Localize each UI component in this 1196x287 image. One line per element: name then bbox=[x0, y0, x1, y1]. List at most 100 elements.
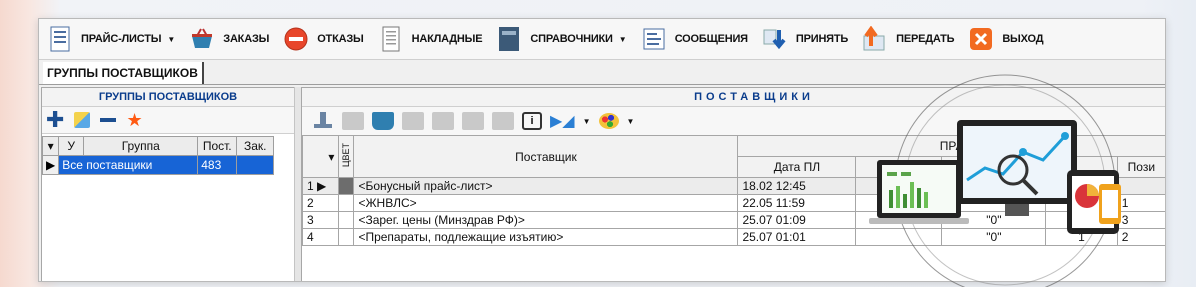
orders-label: ЗАКАЗЫ bbox=[223, 33, 270, 45]
refusals-button[interactable]: ОТКАЗЫ bbox=[283, 26, 364, 52]
supplier-groups-title: ГРУППЫ ПОСТАВЩИКОВ bbox=[42, 88, 294, 107]
app-window: ПРАЙС-ЛИСТЫ ▼ ЗАКАЗЫ ОТКАЗЫ НАКЛАДНЫЕ СП… bbox=[38, 18, 1166, 282]
price-lists-label: ПРАЙС-ЛИСТЫ bbox=[81, 33, 162, 45]
receive-button[interactable]: ПРИНЯТЬ bbox=[762, 26, 848, 52]
send-label: ПЕРЕДАТЬ bbox=[896, 33, 955, 45]
row-number: 1 ▶ bbox=[302, 177, 340, 195]
basket-icon[interactable] bbox=[372, 112, 394, 130]
send-button[interactable]: ПЕРЕДАТЬ bbox=[862, 26, 955, 52]
col-supplier[interactable]: Поставщик bbox=[353, 135, 739, 178]
col-suppliers[interactable]: Пост. bbox=[197, 136, 238, 156]
export-icon[interactable] bbox=[342, 112, 364, 130]
supplier-groups-pane: ГРУППЫ ПОСТАВЩИКОВ ✚ ★ ▾ У Группа Пост. … bbox=[41, 87, 295, 281]
col-color[interactable]: ЦВЕТ bbox=[338, 135, 355, 178]
col-extra-1[interactable] bbox=[855, 156, 943, 178]
exit-button[interactable]: ВЫХОД bbox=[968, 26, 1044, 52]
remove-icon[interactable] bbox=[100, 118, 117, 122]
suppliers-title: ПОСТАВЩИКИ bbox=[302, 88, 1165, 107]
cell-a bbox=[1045, 177, 1118, 195]
report-icon[interactable] bbox=[432, 112, 454, 130]
cell-b: 2 bbox=[1116, 228, 1165, 246]
cell-q bbox=[941, 177, 1047, 195]
exit-icon bbox=[968, 26, 994, 52]
tag-icon[interactable] bbox=[492, 112, 514, 130]
tab-supplier-groups[interactable]: ГРУППЫ ПОСТАВЩИКОВ bbox=[43, 62, 204, 84]
download-icon bbox=[762, 26, 788, 52]
supplier-name: <Зарег. цены (Минздрав РФ)> bbox=[353, 211, 739, 229]
edit-icon[interactable] bbox=[74, 112, 91, 128]
book-icon bbox=[496, 26, 522, 52]
table-row[interactable]: ▶ Все поставщики 483 bbox=[41, 155, 275, 175]
cell-a: 1 bbox=[1045, 211, 1118, 229]
supplier-name: <ЖНВЛС> bbox=[353, 194, 739, 212]
info-icon[interactable]: i bbox=[522, 112, 542, 130]
group-name: Все поставщики bbox=[58, 155, 199, 175]
row-selector-header[interactable]: ▾ bbox=[302, 135, 340, 178]
document-list-icon bbox=[47, 26, 73, 52]
invoice-icon bbox=[378, 26, 404, 52]
row-indicator: ▶ bbox=[41, 155, 60, 175]
cell-q: "0" bbox=[941, 211, 1047, 229]
directories-button[interactable]: СПРАВОЧНИКИ ▼ bbox=[496, 26, 627, 52]
tab-bar: ГРУППЫ ПОСТАВЩИКОВ bbox=[39, 60, 1165, 85]
stop-icon bbox=[283, 26, 309, 52]
chevron-down-icon[interactable]: ▼ bbox=[627, 117, 635, 126]
messages-button[interactable]: СООБЩЕНИЯ bbox=[641, 26, 748, 52]
supplier-name: <Бонусный прайс-лист> bbox=[353, 177, 739, 195]
price-lists-button[interactable]: ПРАЙС-ЛИСТЫ ▼ bbox=[47, 26, 175, 52]
orders-button[interactable]: ЗАКАЗЫ bbox=[189, 26, 269, 52]
row-number: 2 bbox=[302, 194, 340, 212]
sort-icon[interactable]: ▾ bbox=[41, 136, 60, 156]
star-icon[interactable]: ★ bbox=[126, 111, 142, 129]
price-date: 18.02 12:45 bbox=[737, 177, 857, 195]
groups-toolbar: ✚ ★ bbox=[42, 107, 294, 134]
upload-icon bbox=[862, 26, 888, 52]
add-icon[interactable]: ✚ bbox=[46, 109, 64, 131]
palette-icon[interactable] bbox=[598, 113, 619, 129]
table-row[interactable]: 1 ▶ <Бонусный прайс-лист> 18.02 12:45 bbox=[302, 177, 1165, 195]
suppliers-pane: ПОСТАВЩИКИ i ▶◢ ▼ ▼ ▾ ЦВЕТ Поставщик ПРА… bbox=[301, 87, 1165, 281]
group-count: 483 bbox=[197, 155, 238, 175]
cell-b: 3 bbox=[1116, 211, 1165, 229]
chevron-down-icon[interactable]: ▼ bbox=[583, 117, 591, 126]
cell-q bbox=[941, 194, 1047, 212]
row-color bbox=[338, 194, 355, 212]
chevron-down-icon: ▼ bbox=[618, 34, 627, 44]
cell-q: "0" bbox=[941, 228, 1047, 246]
row-color bbox=[338, 228, 355, 246]
col-extra-2[interactable] bbox=[941, 156, 1047, 178]
col-positions[interactable]: Пози bbox=[1116, 156, 1165, 178]
row-color bbox=[338, 177, 355, 195]
groups-table: ▾ У Группа Пост. Зак. ▶ Все поставщики 4… bbox=[41, 136, 275, 175]
table-row[interactable]: 4 <Препараты, подлежащие изъятию> 25.07 … bbox=[302, 228, 1165, 246]
col-group[interactable]: Группа bbox=[83, 136, 199, 156]
col-orders[interactable]: Зак. bbox=[236, 136, 275, 156]
group-orders bbox=[236, 155, 275, 175]
suppliers-table: ▾ ЦВЕТ Поставщик ПРА Дата ПЛ Пози 1 ▶ <Б… bbox=[302, 135, 1165, 246]
col-u[interactable]: У bbox=[58, 136, 85, 156]
price-date: 25.07 01:09 bbox=[737, 211, 857, 229]
receive-label: ПРИНЯТЬ bbox=[795, 33, 849, 45]
truck-icon[interactable]: ▶◢ bbox=[550, 111, 575, 131]
import-icon[interactable] bbox=[312, 112, 334, 130]
directories-label: СПРАВОЧНИКИ bbox=[530, 33, 613, 45]
table-row[interactable]: 3 <Зарег. цены (Минздрав РФ)> 25.07 01:0… bbox=[302, 211, 1165, 229]
cell-a bbox=[1045, 194, 1118, 212]
cell-b bbox=[1116, 177, 1165, 195]
table-row[interactable]: 2 <ЖНВЛС> 22.05 11:59 1 bbox=[302, 194, 1165, 212]
row-number: 4 bbox=[302, 228, 340, 246]
cell-a: 1 bbox=[1045, 228, 1118, 246]
col-date[interactable]: Дата ПЛ bbox=[737, 156, 857, 178]
supplier-name: <Препараты, подлежащие изъятию> bbox=[353, 228, 739, 246]
main-toolbar: ПРАЙС-ЛИСТЫ ▼ ЗАКАЗЫ ОТКАЗЫ НАКЛАДНЫЕ СП… bbox=[39, 19, 1165, 60]
invoices-button[interactable]: НАКЛАДНЫЕ bbox=[378, 26, 483, 52]
col-extra-3[interactable] bbox=[1045, 156, 1118, 178]
minus-icon[interactable] bbox=[402, 112, 424, 130]
exit-label: ВЫХОД bbox=[1002, 33, 1044, 45]
cell-b: 1 bbox=[1116, 194, 1165, 212]
suppliers-toolbar: i ▶◢ ▼ ▼ bbox=[302, 107, 1165, 136]
col-group-header[interactable]: ПРА bbox=[737, 135, 1165, 157]
chevron-down-icon: ▼ bbox=[167, 34, 176, 44]
cloud-icon[interactable] bbox=[462, 112, 484, 130]
price-date: 25.07 01:01 bbox=[737, 228, 857, 246]
